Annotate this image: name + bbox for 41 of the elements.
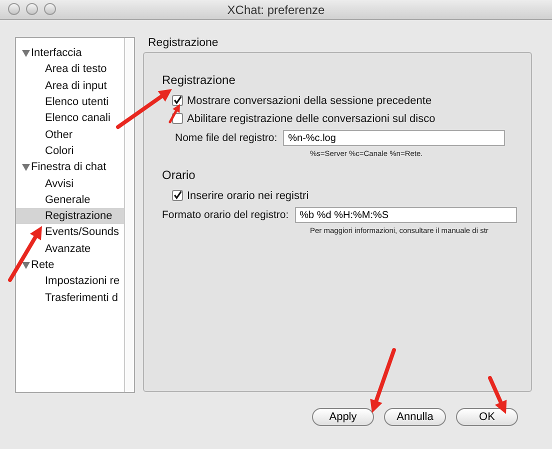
expanded-triangle-icon[interactable] <box>22 164 30 171</box>
tree-item[interactable]: Area di input <box>16 78 124 94</box>
tree-item[interactable]: Elenco canali <box>16 110 124 126</box>
tree-item[interactable]: Registrazione <box>16 208 124 224</box>
expanded-triangle-icon[interactable] <box>22 50 30 57</box>
checkbox-label: Mostrare conversazioni della sessione precedente <box>187 94 432 106</box>
dialog-button[interactable]: Annulla <box>384 408 446 426</box>
expanded-triangle-icon[interactable] <box>22 262 30 268</box>
section-title: Orario <box>162 168 196 182</box>
window-control-button[interactable] <box>44 3 56 15</box>
tree-item[interactable]: Area di testo <box>16 61 124 78</box>
field-label: Formato orario del registro: <box>162 209 289 221</box>
checkbox[interactable] <box>172 190 183 201</box>
checkbox-label: Inserire orario nei registri <box>187 190 309 202</box>
window-control-button[interactable] <box>8 3 20 15</box>
tree-item[interactable]: Elenco utenti <box>16 94 124 110</box>
input-field[interactable]: %n-%c.log <box>283 130 506 146</box>
tree-item[interactable]: Impostazioni re <box>16 273 124 290</box>
tree-item[interactable]: Generale <box>16 192 124 208</box>
input-field[interactable]: %b %d %H:%M:%S <box>294 207 517 223</box>
tree-item[interactable]: Avvisi <box>16 175 124 192</box>
window-title: XChat: preferenze <box>227 2 325 16</box>
tree-item[interactable]: Events/Sounds <box>16 224 124 241</box>
tree-item[interactable]: Avanzate <box>16 240 124 257</box>
page-title: Registrazione <box>148 37 220 51</box>
checkbox-label: Abilitare registrazione delle conversazioni sul disco <box>187 112 436 124</box>
tree-item[interactable]: Trasferimenti d <box>16 289 124 306</box>
tree-item[interactable]: Colori <box>16 142 124 160</box>
field-label: Nome file del registro: <box>175 132 278 144</box>
dialog-button[interactable]: Apply <box>312 408 374 426</box>
tree-item[interactable]: Interfaccia <box>16 45 124 62</box>
arrow-drawing <box>370 348 396 413</box>
window-control-button[interactable] <box>26 3 38 15</box>
arrow-drawing <box>488 376 507 414</box>
tree-item[interactable]: Finestra di chat <box>16 159 124 176</box>
checkbox[interactable] <box>172 95 183 106</box>
section-title: Registrazione <box>162 73 236 87</box>
dialog-button[interactable]: OK <box>456 408 518 426</box>
tree-item[interactable]: Other <box>16 126 124 143</box>
tree-item[interactable]: Rete <box>16 256 124 274</box>
scrollbar[interactable] <box>124 38 134 392</box>
